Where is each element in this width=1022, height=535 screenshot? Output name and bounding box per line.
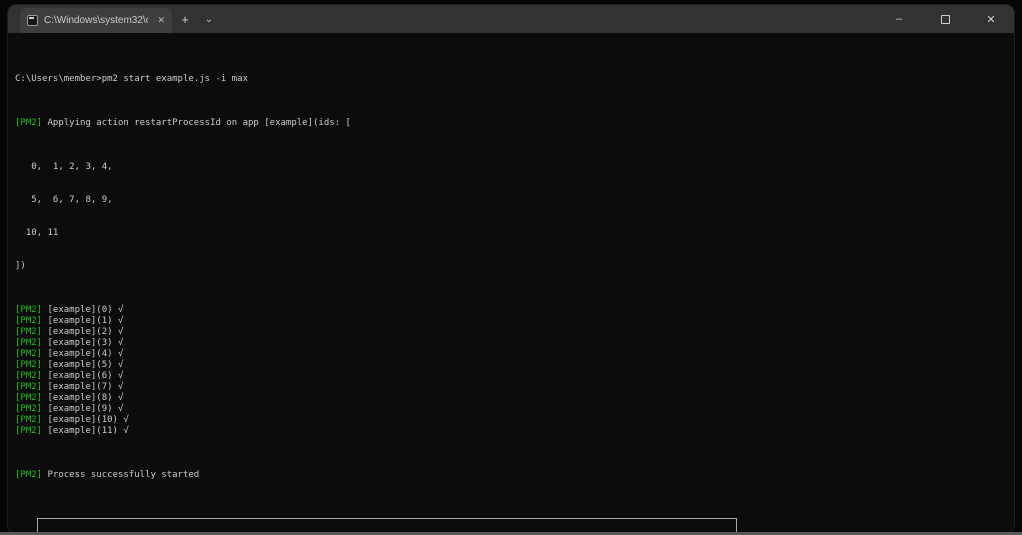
terminal-line: [PM2] [example](3) √ bbox=[15, 338, 1014, 349]
pm2-process-table: idnamenamespaceversionmodepiduptime↺stat… bbox=[36, 518, 737, 533]
minimize-button[interactable]: – bbox=[876, 5, 922, 33]
terminal-line: [PM2] [example](0) √ bbox=[15, 305, 1014, 316]
terminal-line: 5, 6, 7, 8, 9, bbox=[15, 195, 113, 205]
process-status-text: [example](7) √ bbox=[42, 382, 124, 392]
pm2-tag: [PM2] bbox=[15, 118, 43, 128]
pm2-tag: [PM2] bbox=[15, 316, 43, 326]
terminal-tab[interactable]: C:\Windows\system32\cmd.e... ✕ bbox=[20, 8, 172, 33]
tab-dropdown-button[interactable]: ⌄ bbox=[198, 5, 220, 33]
terminal-line: [PM2] [example](2) √ bbox=[15, 327, 1014, 338]
process-status-text: [example](6) √ bbox=[42, 371, 124, 381]
pm2-tag: [PM2] bbox=[15, 349, 43, 359]
terminal-line: [PM2] Process successfully started bbox=[15, 470, 1014, 481]
process-status-text: [example](5) √ bbox=[42, 360, 124, 370]
process-status-text: [example](2) √ bbox=[42, 327, 124, 337]
pm2-tag: [PM2] bbox=[15, 327, 43, 337]
terminal-line: [PM2] [example](7) √ bbox=[15, 382, 1014, 393]
applying-text: Applying action restartProcessId on app … bbox=[42, 118, 351, 128]
process-status-text: [example](0) √ bbox=[42, 305, 124, 315]
terminal-line: 10, 11 bbox=[15, 228, 59, 238]
process-status-text: [example](4) √ bbox=[42, 349, 124, 359]
close-button[interactable]: ✕ bbox=[968, 5, 1014, 33]
terminal-line: [PM2] [example](9) √ bbox=[15, 404, 1014, 415]
terminal-line: [PM2] [example](5) √ bbox=[15, 360, 1014, 371]
process-status-text: [example](10) √ bbox=[42, 415, 129, 425]
titlebar: C:\Windows\system32\cmd.e... ✕ + ⌄ – ✕ bbox=[8, 5, 1014, 33]
process-status-text: [example](8) √ bbox=[42, 393, 124, 403]
pm2-tag: [PM2] bbox=[15, 404, 43, 414]
process-status-text: [example](11) √ bbox=[42, 426, 129, 436]
pm2-tag: [PM2] bbox=[15, 415, 43, 425]
pm2-tag: [PM2] bbox=[15, 382, 43, 392]
command-text: pm2 start example.js -i max bbox=[101, 74, 249, 84]
prompt-text: C:\Users\member> bbox=[15, 74, 102, 84]
terminal-line: ]) bbox=[15, 261, 26, 271]
titlebar-drag-area bbox=[220, 5, 876, 33]
terminal-line: [PM2] [example](1) √ bbox=[15, 316, 1014, 327]
pm2-tag: [PM2] bbox=[15, 426, 43, 436]
pm2-tag: [PM2] bbox=[15, 470, 43, 480]
pm2-process-lines: [PM2] [example](0) √ [PM2] [example](1) √… bbox=[15, 305, 1014, 437]
terminal-line: [PM2] [example](4) √ bbox=[15, 349, 1014, 360]
terminal-line: [PM2] Applying action restartProcessId o… bbox=[15, 118, 1014, 129]
process-status-text: [example](9) √ bbox=[42, 404, 124, 414]
pm2-tag: [PM2] bbox=[15, 393, 43, 403]
terminal-line: 0, 1, 2, 3, 4, bbox=[15, 162, 113, 172]
terminal-line: [PM2] [example](11) √ bbox=[15, 426, 1014, 437]
new-tab-button[interactable]: + bbox=[172, 5, 198, 33]
tab-close-icon[interactable]: ✕ bbox=[157, 16, 165, 25]
process-status-text: [example](3) √ bbox=[42, 338, 124, 348]
minimize-icon: – bbox=[895, 13, 903, 25]
maximize-button[interactable] bbox=[922, 5, 968, 33]
terminal-output[interactable]: C:\Users\member>pm2 start example.js -i … bbox=[8, 33, 1014, 533]
tab-title: C:\Windows\system32\cmd.e... bbox=[44, 15, 148, 26]
terminal-window: C:\Windows\system32\cmd.e... ✕ + ⌄ – ✕ C… bbox=[8, 5, 1014, 533]
terminal-line: [PM2] [example](8) √ bbox=[15, 393, 1014, 404]
process-status-text: [example](1) √ bbox=[42, 316, 124, 326]
pm2-tag: [PM2] bbox=[15, 305, 43, 315]
pm2-tag: [PM2] bbox=[15, 360, 43, 370]
pm2-tag: [PM2] bbox=[15, 338, 43, 348]
cmd-window-icon bbox=[27, 15, 38, 26]
close-icon: ✕ bbox=[986, 13, 996, 26]
pm2-tag: [PM2] bbox=[15, 371, 43, 381]
maximize-icon bbox=[940, 14, 950, 24]
terminal-line: [PM2] [example](10) √ bbox=[15, 415, 1014, 426]
success-text: Process successfully started bbox=[42, 470, 200, 480]
terminal-line: [PM2] [example](6) √ bbox=[15, 371, 1014, 382]
command-line: C:\Users\member>pm2 start example.js -i … bbox=[15, 74, 1014, 85]
